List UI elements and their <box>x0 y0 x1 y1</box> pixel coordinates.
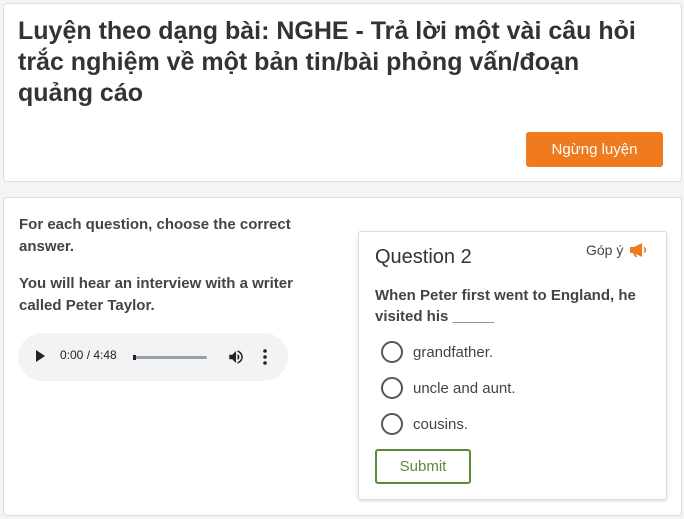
audio-time: 0:00 / 4:48 <box>60 348 117 362</box>
question-text: When Peter first went to England, he vis… <box>375 287 636 325</box>
question-title: Question 2 <box>375 246 472 268</box>
audio-player: 0:00 / 4:48 <box>18 333 288 381</box>
radio-button[interactable] <box>381 377 403 399</box>
radio-button[interactable] <box>381 413 403 435</box>
feedback-label: Góp ý <box>586 242 624 258</box>
volume-icon[interactable] <box>227 348 245 366</box>
exercise-card: For each question, choose the correct an… <box>3 197 682 516</box>
stop-practice-button[interactable]: Ngừng luyện <box>526 132 663 167</box>
header-card: Luyện theo dạng bài: NGHE - Trả lời một … <box>3 3 682 182</box>
submit-button[interactable]: Submit <box>375 449 471 484</box>
answer-option-label: uncle and aunt. <box>413 379 516 397</box>
answer-option[interactable]: uncle and aunt. <box>381 377 516 399</box>
page-title: Luyện theo dạng bài: NGHE - Trả lời một … <box>18 17 636 107</box>
instruction-text: For each question, choose the correct an… <box>19 216 291 255</box>
more-options-icon[interactable] <box>261 348 269 366</box>
feedback-button[interactable]: Góp ý <box>586 242 647 258</box>
answer-option-label: grandfather. <box>413 343 494 361</box>
answer-option[interactable]: cousins. <box>381 413 468 435</box>
answer-option-label: cousins. <box>413 415 469 433</box>
audio-seek-bar[interactable] <box>133 355 207 360</box>
answer-option[interactable]: grandfather. <box>381 341 493 363</box>
megaphone-icon <box>630 243 647 257</box>
instruction-context: You will hear an interview with a writer… <box>19 275 293 314</box>
radio-button[interactable] <box>381 341 403 363</box>
play-icon[interactable] <box>36 350 45 362</box>
question-card: Question 2 Góp ý When Peter first went t… <box>358 231 667 500</box>
